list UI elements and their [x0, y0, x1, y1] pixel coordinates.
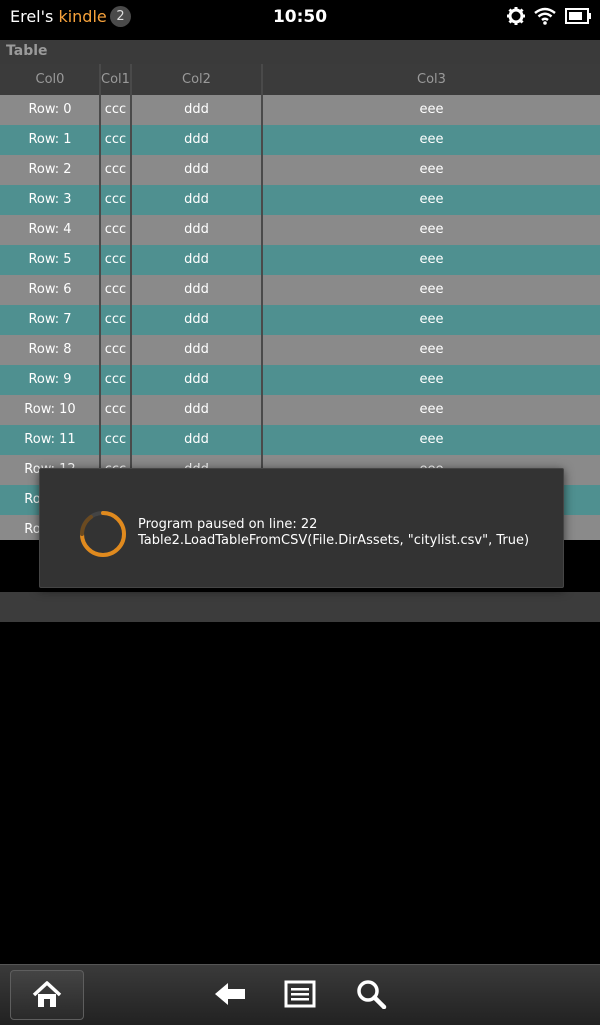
table-cell: ddd	[184, 312, 209, 327]
table-cell: Row: 8	[28, 342, 72, 357]
table-cell: ccc	[104, 102, 127, 117]
page-title: Table	[6, 43, 48, 59]
table-cell: Row: 11	[24, 432, 76, 447]
table-cell: ccc	[104, 432, 127, 447]
table-cell: eee	[419, 192, 444, 207]
dialog-message-line2: Table2.LoadTableFromCSV(File.DirAssets, …	[138, 533, 530, 548]
table-cell: ccc	[104, 402, 127, 417]
table-cell: ccc	[104, 282, 127, 297]
table-cell: ddd	[184, 192, 209, 207]
table-cell: ddd	[184, 342, 209, 357]
table-row[interactable]: Row: 10 ccc ddd eee	[0, 395, 600, 425]
home-button[interactable]	[10, 970, 84, 1020]
table-cell: ddd	[184, 282, 209, 297]
table-row[interactable]: Row: 7 ccc ddd eee	[0, 305, 600, 335]
wifi-icon	[534, 7, 556, 25]
table-cell: eee	[419, 342, 444, 357]
table-row[interactable]: Row: 0 ccc ddd eee	[0, 95, 600, 125]
table-cell: ddd	[184, 162, 209, 177]
table-cell: Row: 3	[28, 192, 72, 207]
table-cell: eee	[419, 222, 444, 237]
table-cell: eee	[419, 432, 444, 447]
table-row[interactable]: Row: 11 ccc ddd eee	[0, 425, 600, 455]
table-cell: Row: 9	[28, 372, 72, 387]
table-row[interactable]: Row: 2 ccc ddd eee	[0, 155, 600, 185]
table-cell: ccc	[104, 222, 127, 237]
table-cell: ccc	[104, 312, 127, 327]
table-row[interactable]: Row: 5 ccc ddd eee	[0, 245, 600, 275]
table-cell: Row: 0	[28, 102, 72, 117]
progress-spinner-icon	[80, 511, 126, 557]
column-header[interactable]: Col3	[263, 64, 600, 95]
table-cell: eee	[419, 252, 444, 267]
table-cell: eee	[419, 162, 444, 177]
table-cell: ddd	[184, 372, 209, 387]
table-cell: ccc	[104, 192, 127, 207]
back-icon[interactable]	[213, 979, 247, 1009]
progress-dialog: Program paused on line: 22 Table2.LoadTa…	[39, 468, 564, 588]
table-cell: ccc	[104, 372, 127, 387]
activity-title-bar: Table	[0, 40, 600, 64]
home-icon	[32, 981, 62, 1007]
table-cell: ddd	[184, 432, 209, 447]
table-cell: Row: 4	[28, 222, 72, 237]
dialog-message-line1: Program paused on line: 22	[138, 517, 318, 532]
table-cell: Row: 1	[28, 132, 72, 147]
table-row[interactable]: Row: 1 ccc ddd eee	[0, 125, 600, 155]
table-cell: Row: 10	[24, 402, 76, 417]
table-cell: Row: 6	[28, 282, 72, 297]
table-cell: ccc	[104, 252, 127, 267]
table-row[interactable]: Row: 6 ccc ddd eee	[0, 275, 600, 305]
table-cell: ddd	[184, 102, 209, 117]
table-cell: ccc	[104, 132, 127, 147]
gear-icon[interactable]	[506, 6, 526, 26]
battery-icon	[565, 8, 591, 24]
table-cell: ddd	[184, 132, 209, 147]
table-cell: ccc	[104, 342, 127, 357]
navigation-bar	[0, 964, 600, 1025]
search-icon[interactable]	[355, 979, 387, 1009]
table-cell: eee	[419, 282, 444, 297]
table-cell: eee	[419, 402, 444, 417]
table-cell: eee	[419, 372, 444, 387]
horizontal-scrollbar[interactable]	[0, 592, 600, 622]
table-row[interactable]: Row: 3 ccc ddd eee	[0, 185, 600, 215]
table-header: Col0 Col1 Col2 Col3	[0, 64, 600, 95]
table-cell: ddd	[184, 402, 209, 417]
column-header[interactable]: Col0	[0, 64, 100, 95]
table-cell: ccc	[104, 162, 127, 177]
table-row[interactable]: Row: 4 ccc ddd eee	[0, 215, 600, 245]
table-cell: Row: 2	[28, 162, 72, 177]
table-cell: ddd	[184, 252, 209, 267]
status-bar: Erel's kindle 2 10:50	[0, 0, 600, 36]
column-header[interactable]: Col1	[101, 64, 130, 95]
table-cell: ddd	[184, 222, 209, 237]
table-row[interactable]: Row: 8 ccc ddd eee	[0, 335, 600, 365]
table-cell: Row: 7	[28, 312, 72, 327]
table-cell: eee	[419, 132, 444, 147]
column-header[interactable]: Col2	[132, 64, 261, 95]
menu-icon[interactable]	[284, 979, 316, 1009]
table-cell: Row: 5	[28, 252, 72, 267]
table-cell: eee	[419, 312, 444, 327]
table-row[interactable]: Row: 9 ccc ddd eee	[0, 365, 600, 395]
table-cell: eee	[419, 102, 444, 117]
